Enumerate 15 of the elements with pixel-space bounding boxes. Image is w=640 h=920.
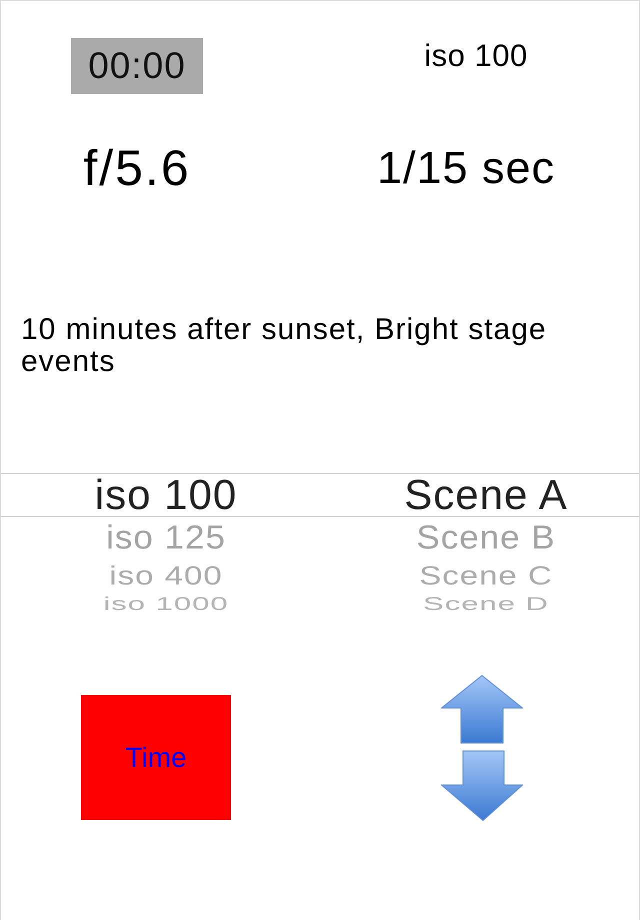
shutter-speed-value: 1/15 sec bbox=[376, 142, 556, 194]
picker-option[interactable]: Scene A bbox=[404, 474, 568, 516]
up-down-arrow-icon[interactable] bbox=[441, 675, 523, 821]
time-button[interactable]: Time bbox=[81, 695, 231, 820]
picker-option[interactable]: Scene B bbox=[416, 520, 556, 554]
picker-option[interactable]: iso 1000 bbox=[103, 594, 229, 612]
aperture-value: f/5.6 bbox=[83, 142, 191, 194]
picker-option[interactable]: iso 100 bbox=[94, 474, 238, 516]
picker-option[interactable]: Scene D bbox=[423, 594, 549, 612]
picker-option[interactable]: Scene C bbox=[419, 562, 553, 588]
picker-option[interactable]: iso 400 bbox=[109, 562, 223, 588]
iso-reading: iso 100 bbox=[424, 38, 528, 74]
scene-description: 10 minutes after sunset, Bright stage events bbox=[21, 314, 548, 378]
picker-option[interactable]: iso 125 bbox=[106, 520, 226, 554]
timer-display: 00:00 bbox=[71, 38, 203, 94]
